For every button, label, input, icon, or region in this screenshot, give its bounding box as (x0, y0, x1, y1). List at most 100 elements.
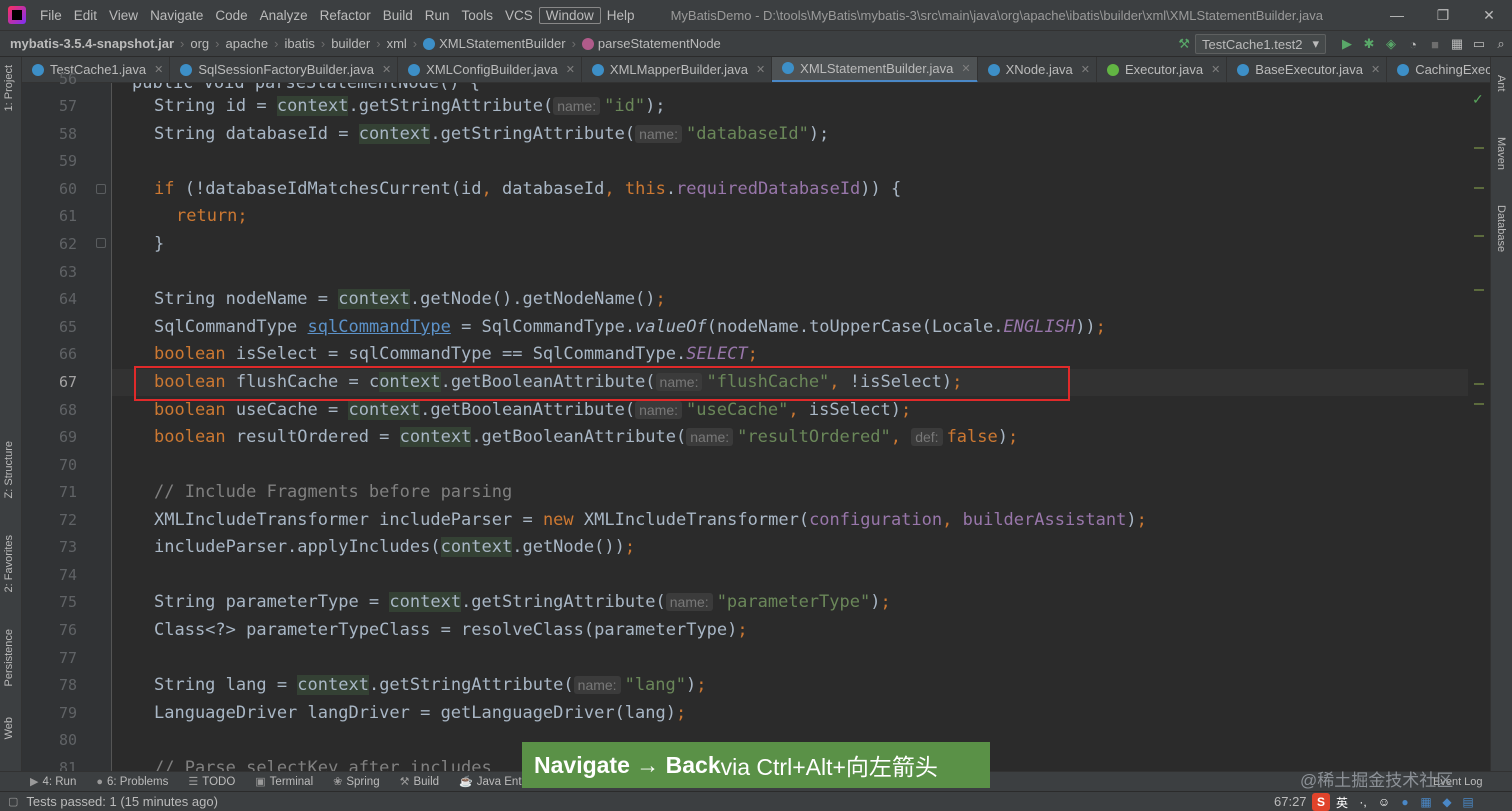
ime-skin-icon[interactable]: ◆ (1438, 793, 1456, 811)
code-line-66[interactable]: boolean isSelect = sqlCommandType == Sql… (154, 341, 758, 367)
tab-xnode[interactable]: XNode.java ✕ (978, 57, 1098, 82)
change-marker[interactable] (1474, 403, 1484, 405)
code-line-57[interactable]: String id = context.getStringAttribute(n… (154, 93, 666, 119)
code-line-79[interactable]: LanguageDriver langDriver = getLanguageD… (154, 700, 686, 726)
tab-xmlstatementbuilder[interactable]: XMLStatementBuilder.java ✕ (772, 57, 978, 82)
status-indicator-icon[interactable]: ▢ (8, 795, 18, 808)
menu-navigate[interactable]: Navigate (144, 8, 209, 23)
persistence-tool-tab[interactable]: Persistence (3, 629, 15, 686)
code-line-76[interactable]: Class<?> parameterTypeClass = resolveCla… (154, 617, 748, 643)
menu-run[interactable]: Run (419, 8, 456, 23)
project-tool-tab[interactable]: 1: Project (3, 65, 15, 111)
tab-cachingexecutor[interactable]: CachingExecutor (1387, 57, 1490, 82)
terminal-tool-tab[interactable]: ▣ Terminal (245, 775, 323, 789)
close-icon[interactable]: ✕ (1081, 63, 1090, 76)
tab-baseexecutor[interactable]: BaseExecutor.java ✕ (1227, 57, 1388, 82)
web-tool-tab[interactable]: Web (3, 717, 15, 739)
tab-sqlsessionfactorybuilder[interactable]: SqlSessionFactoryBuilder.java ✕ (170, 57, 399, 82)
ime-punct-icon[interactable]: ·, (1354, 793, 1372, 811)
breadcrumb-ibatis[interactable]: ibatis (280, 36, 318, 51)
line-number-gutter[interactable]: 56 57 58 59 60 61 62 63 64 65 66 67 68 6… (22, 70, 112, 777)
breadcrumb-jar[interactable]: mybatis-3.5.4-snapshot.jar (0, 36, 178, 51)
menu-code[interactable]: Code (209, 8, 253, 23)
breadcrumb-class[interactable]: XMLStatementBuilder (419, 36, 569, 51)
breadcrumb-xml[interactable]: xml (383, 36, 411, 51)
ime-emoji-icon[interactable]: ☺ (1375, 793, 1393, 811)
code-line-61[interactable]: return; (176, 203, 248, 229)
code-line-78[interactable]: String lang = context.getStringAttribute… (154, 672, 707, 698)
spring-tool-tab[interactable]: ❀ Spring (323, 775, 389, 789)
code-line-81[interactable]: // Parse selectKey after includes (154, 755, 492, 771)
code-line-69[interactable]: boolean resultOrdered = context.getBoole… (154, 424, 1018, 450)
tab-executor[interactable]: Executor.java ✕ (1097, 57, 1228, 82)
code-line-71[interactable]: // Include Fragments before parsing (154, 479, 512, 505)
restore-button[interactable]: ❐ (1420, 0, 1466, 30)
build-tool-tab[interactable]: ⚒ Build (390, 775, 449, 789)
run-tool-tab[interactable]: ▶ 4: Run (0, 775, 86, 789)
ime-lang-icon[interactable]: 英 (1333, 793, 1351, 811)
code-line-73[interactable]: includeParser.applyIncludes(context.getN… (154, 534, 635, 560)
check-icon[interactable]: ✓ (1472, 91, 1484, 108)
favorites-tool-tab[interactable]: 2: Favorites (3, 535, 15, 592)
code-line-62[interactable]: } (154, 231, 164, 257)
menu-analyze[interactable]: Analyze (254, 8, 314, 23)
breadcrumb-org[interactable]: org (186, 36, 213, 51)
menu-help[interactable]: Help (601, 8, 641, 23)
menu-vcs[interactable]: VCS (499, 8, 539, 23)
search-everywhere-icon[interactable]: ⌕ (1490, 33, 1512, 55)
close-icon[interactable]: ✕ (1371, 63, 1380, 76)
todo-tool-tab[interactable]: ☰ TODO (178, 775, 245, 789)
problems-tool-tab[interactable]: ● 6: Problems (86, 776, 178, 788)
code-line-72[interactable]: XMLIncludeTransformer includeParser = ne… (154, 507, 1147, 533)
minimize-button[interactable]: — (1374, 0, 1420, 30)
menu-tools[interactable]: Tools (456, 8, 500, 23)
code-editor[interactable]: public void parseStatementNode() { Strin… (112, 83, 1468, 771)
database-tool-tab[interactable]: Database (1495, 205, 1507, 252)
tab-xmlconfigbuilder[interactable]: XMLConfigBuilder.java ✕ (398, 57, 582, 82)
code-line-75[interactable]: String parameterType = context.getString… (154, 589, 891, 615)
status-message[interactable]: Tests passed: 1 (15 minutes ago) (26, 794, 218, 809)
fold-marker-icon[interactable] (96, 184, 106, 194)
debug-icon[interactable]: ✱ (1358, 33, 1380, 55)
tab-xmlmapperbuilder[interactable]: XMLMapperBuilder.java ✕ (582, 57, 773, 82)
close-icon[interactable]: ✕ (566, 63, 575, 76)
close-icon[interactable]: ✕ (961, 62, 970, 75)
sdk-icon[interactable]: ▭ (1468, 33, 1490, 55)
code-line-64[interactable]: String nodeName = context.getNode().getN… (154, 286, 666, 312)
change-marker[interactable] (1474, 383, 1484, 385)
change-marker[interactable] (1474, 147, 1484, 149)
menu-edit[interactable]: Edit (68, 8, 103, 23)
change-marker[interactable] (1474, 235, 1484, 237)
sogou-ime-icon[interactable]: S (1312, 793, 1330, 811)
profiler-icon[interactable]: ◔ (1402, 33, 1424, 55)
build-hammer-icon[interactable]: ⚒ (1173, 33, 1195, 55)
menu-refactor[interactable]: Refactor (314, 8, 377, 23)
change-marker[interactable] (1474, 289, 1484, 291)
fold-marker-icon[interactable] (96, 238, 106, 248)
error-stripe[interactable]: ✓ (1468, 83, 1490, 771)
breadcrumb-apache[interactable]: apache (221, 36, 272, 51)
coverage-icon[interactable]: ◈ (1380, 33, 1402, 55)
breadcrumb-method[interactable]: parseStatementNode (578, 36, 725, 51)
change-marker[interactable] (1474, 187, 1484, 189)
run-config-selector[interactable]: TestCache1.test2 ▾ (1195, 34, 1326, 54)
project-structure-icon[interactable]: ▦ (1446, 33, 1468, 55)
code-line-58[interactable]: String databaseId = context.getStringAtt… (154, 121, 829, 147)
ime-tools-icon[interactable]: ▤ (1459, 793, 1477, 811)
close-icon[interactable]: ✕ (1211, 63, 1220, 76)
ime-keyboard-icon[interactable]: ▦ (1417, 793, 1435, 811)
breadcrumb-builder[interactable]: builder (327, 36, 374, 51)
code-line-65[interactable]: SqlCommandType sqlCommandType = SqlComma… (154, 314, 1106, 340)
menu-file[interactable]: File (34, 8, 68, 23)
menu-view[interactable]: View (103, 8, 144, 23)
ime-mic-icon[interactable]: ● (1396, 793, 1414, 811)
structure-tool-tab[interactable]: Z: Structure (3, 441, 15, 498)
run-icon[interactable]: ▶ (1336, 33, 1358, 55)
ant-tool-tab[interactable]: Ant (1495, 75, 1507, 92)
menu-window[interactable]: Window (538, 6, 601, 24)
maven-tool-tab[interactable]: Maven (1495, 137, 1507, 170)
close-icon[interactable]: ✕ (382, 63, 391, 76)
stop-icon[interactable]: ■ (1424, 33, 1446, 55)
close-icon[interactable]: ✕ (154, 63, 163, 76)
close-icon[interactable]: ✕ (756, 63, 765, 76)
